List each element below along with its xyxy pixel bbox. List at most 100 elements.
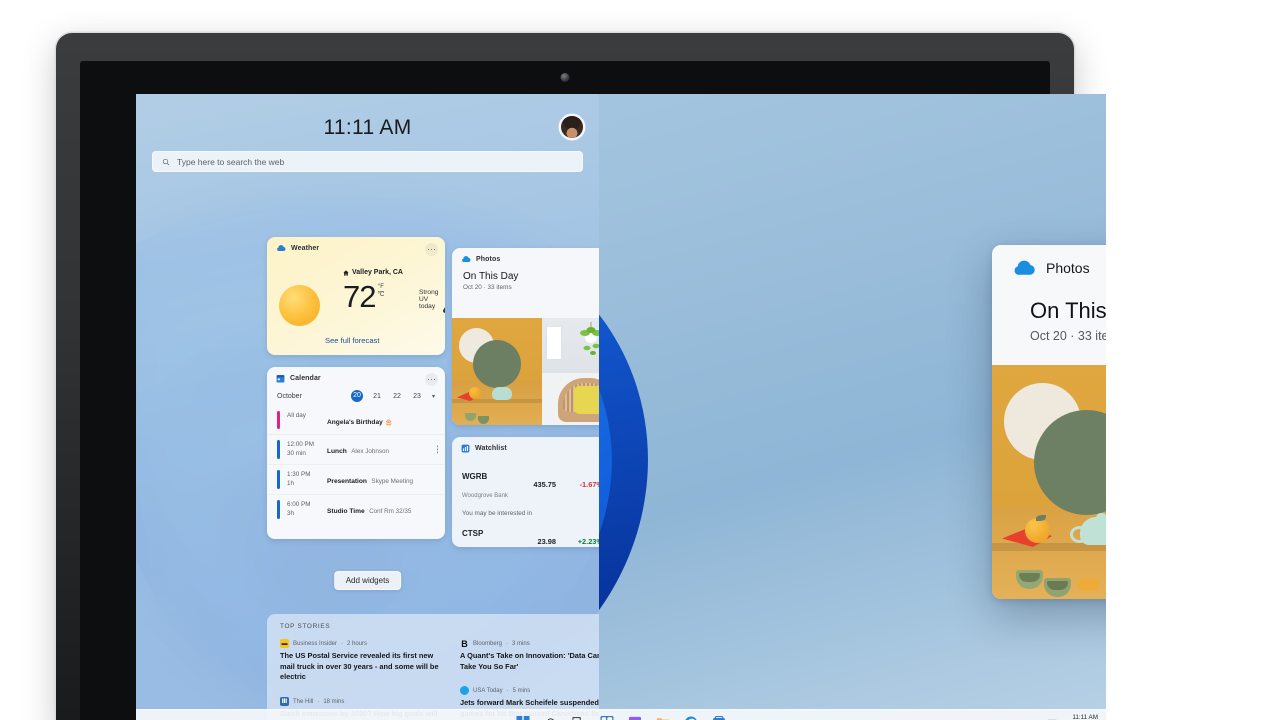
watchlist-row[interactable]: WGRB Woodgrove Bank 435.75 -1.67% ▾ [452,463,599,505]
weather-widget-title: Weather [291,244,320,252]
search-placeholder: Type here to search the web [177,156,285,167]
laptop-device: 11:11 AM Type here to search the web Wea… [56,33,1106,720]
calendar-event-sub: Alex Johnson [351,448,390,455]
calendar-icon [276,375,285,383]
search-icon [162,158,170,165]
calendar-day-20[interactable]: 20 [350,390,363,402]
calendar-event-title: Presentation [327,477,367,485]
home-icon [343,269,349,276]
watchlist-company: Woodgrove Bank [462,493,508,499]
chart-icon [461,444,470,453]
webcam-icon [560,73,570,82]
photos-floating-card[interactable]: Photos On This Day Oct 20 · 33 items See… [992,245,1106,599]
start-button[interactable] [516,715,531,720]
photo-thumbnail[interactable] [452,318,542,425]
photo-large-left[interactable] [992,365,1106,599]
search-input[interactable]: Type here to search the web [152,151,583,172]
watchlist-symbol: WGRB [462,472,488,481]
taskbar-clock[interactable]: 11:11 AM 10/20/2021 [1066,714,1098,720]
event-more-options-icon[interactable] [436,445,438,454]
news-item[interactable]: ▬ Business Insider · 2 hours The US Post… [280,639,444,683]
watchlist-value: 23.98 [537,536,557,546]
weather-temp-value: 72 [343,279,376,314]
weather-widget[interactable]: Weather Valley Park, CA 72 °F °C Strong … [267,237,445,355]
edge-button[interactable] [684,715,699,720]
news-age: 18 mins [323,698,345,705]
weather-condition: Strong UV today [419,289,439,310]
calendar-month: October [277,392,302,400]
add-widgets-button[interactable]: Add widgets [333,571,402,590]
photos-widget[interactable]: Photos On This Day Oct 20 · 33 items See… [452,248,599,425]
calendar-event-row[interactable]: 1:30 PM 1h Presentation Skype Meeting [267,463,445,494]
news-column: ▬ Business Insider · 2 hours The US Post… [280,639,444,720]
watchlist-widget-header: Watchlist [452,437,599,456]
news-headline: The US Postal Service revealed its first… [280,651,439,682]
calendar-event-row[interactable]: 12:00 PM 30 min Lunch Alex Johnson [267,434,445,464]
store-button[interactable] [712,715,727,720]
photo-thumbnail[interactable] [542,318,599,425]
search-button[interactable] [544,715,559,720]
task-view-button[interactable] [572,715,587,720]
calendar-event-title: Angela's Birthday 🎂 [327,419,393,426]
calendar-day-22[interactable]: 22 [391,393,403,400]
chevron-down-icon[interactable]: ▾ [432,393,435,400]
calendar-event-sub: Skype Meeting [371,477,414,485]
calendar-event-time: All day [287,412,306,419]
weather-widget-header: Weather [267,237,445,255]
calendar-day-21[interactable]: 21 [371,393,383,400]
taskbar: ⌃ 11:11 AM [136,709,1106,720]
calendar-event-row[interactable]: All day Angela's Birthday 🎂 [267,406,445,434]
watchlist-widget[interactable]: Watchlist WGRB Woodgrove Bank 435.75 -1.… [452,437,599,547]
news-age: 5 mins [512,687,531,694]
news-section-label: TOP STORIES [280,623,331,630]
water-drop-icon [443,306,445,313]
photos-card-header: Photos [992,245,1106,276]
calendar-event-time: 12:00 PM 30 min [287,441,314,458]
news-item[interactable]: B Bloomberg · 3 mins A Quant's Take on I… [460,639,599,672]
taskbar-time: 11:11 AM [1072,714,1098,720]
widgets-clock: 11:11 AM [323,116,412,139]
calendar-widget[interactable]: Calendar October 20 21 22 23 ▾ All day A… [267,367,445,539]
chat-button[interactable] [628,715,643,720]
calendar-event-sub: Conf Rm 32/35 [369,507,412,515]
photos-widget-header: Photos [452,248,599,266]
photos-card-image-grid [992,365,1106,599]
news-source: The Hill [293,698,314,705]
the-hill-icon: Ⅲ [280,697,289,707]
calendar-more-options-icon[interactable] [425,373,438,386]
watchlist-value: 435.75 [533,479,556,489]
news-source-row: USA Today · 5 mins [460,686,599,696]
watchlist-change: -1.67% [579,479,599,489]
desktop-screen: 11:11 AM Type here to search the web Wea… [136,94,1106,720]
weather-cloud-icon [277,245,286,251]
calendar-event-time: 1:30 PM 1h [287,470,311,488]
news-column: B Bloomberg · 3 mins A Quant's Take on I… [460,639,599,720]
avatar[interactable] [561,116,583,138]
file-explorer-button[interactable] [656,715,671,720]
news-source-row: ▬ Business Insider · 2 hours [280,639,368,648]
weather-temp-units: °F °C [377,284,385,298]
news-source: Business Insider [293,640,338,647]
watchlist-symbol: CTSP [462,529,484,538]
taskbar-app-icons [516,715,727,720]
news-grid: ▬ Business Insider · 2 hours The US Post… [280,639,599,720]
photos-subtitle: Oct 20 · 33 items [463,284,512,291]
photos-card-subtitle: Oct 20 · 33 items [1030,329,1106,343]
hanging-plant-icon [580,322,599,355]
calendar-event-title: Lunch [327,448,347,455]
watchlist-row[interactable]: CTSP Contoso 23.98 +2.23% ▴ [452,520,599,547]
news-source: Bloomberg [473,640,503,647]
news-source: USA Today [473,687,503,694]
weather-temperature: 72 °F °C [343,281,384,312]
widgets-column-right: Photos On This Day Oct 20 · 33 items See… [452,248,599,547]
onedrive-cloud-icon [462,256,471,262]
calendar-date-strip: October 20 21 22 23 ▾ [267,386,445,406]
calendar-day-23[interactable]: 23 [411,393,423,400]
watchlist-change: +2.23% [577,536,599,546]
weather-forecast-link[interactable]: See full forecast [325,336,379,345]
photos-card-app-name: Photos [1046,259,1090,276]
widgets-button[interactable] [600,715,615,720]
calendar-event-row[interactable]: 6:00 PM 3h Studio Time Conf Rm 32/35 [267,493,445,524]
weather-more-options-icon[interactable] [425,243,438,256]
sun-icon [279,285,320,326]
